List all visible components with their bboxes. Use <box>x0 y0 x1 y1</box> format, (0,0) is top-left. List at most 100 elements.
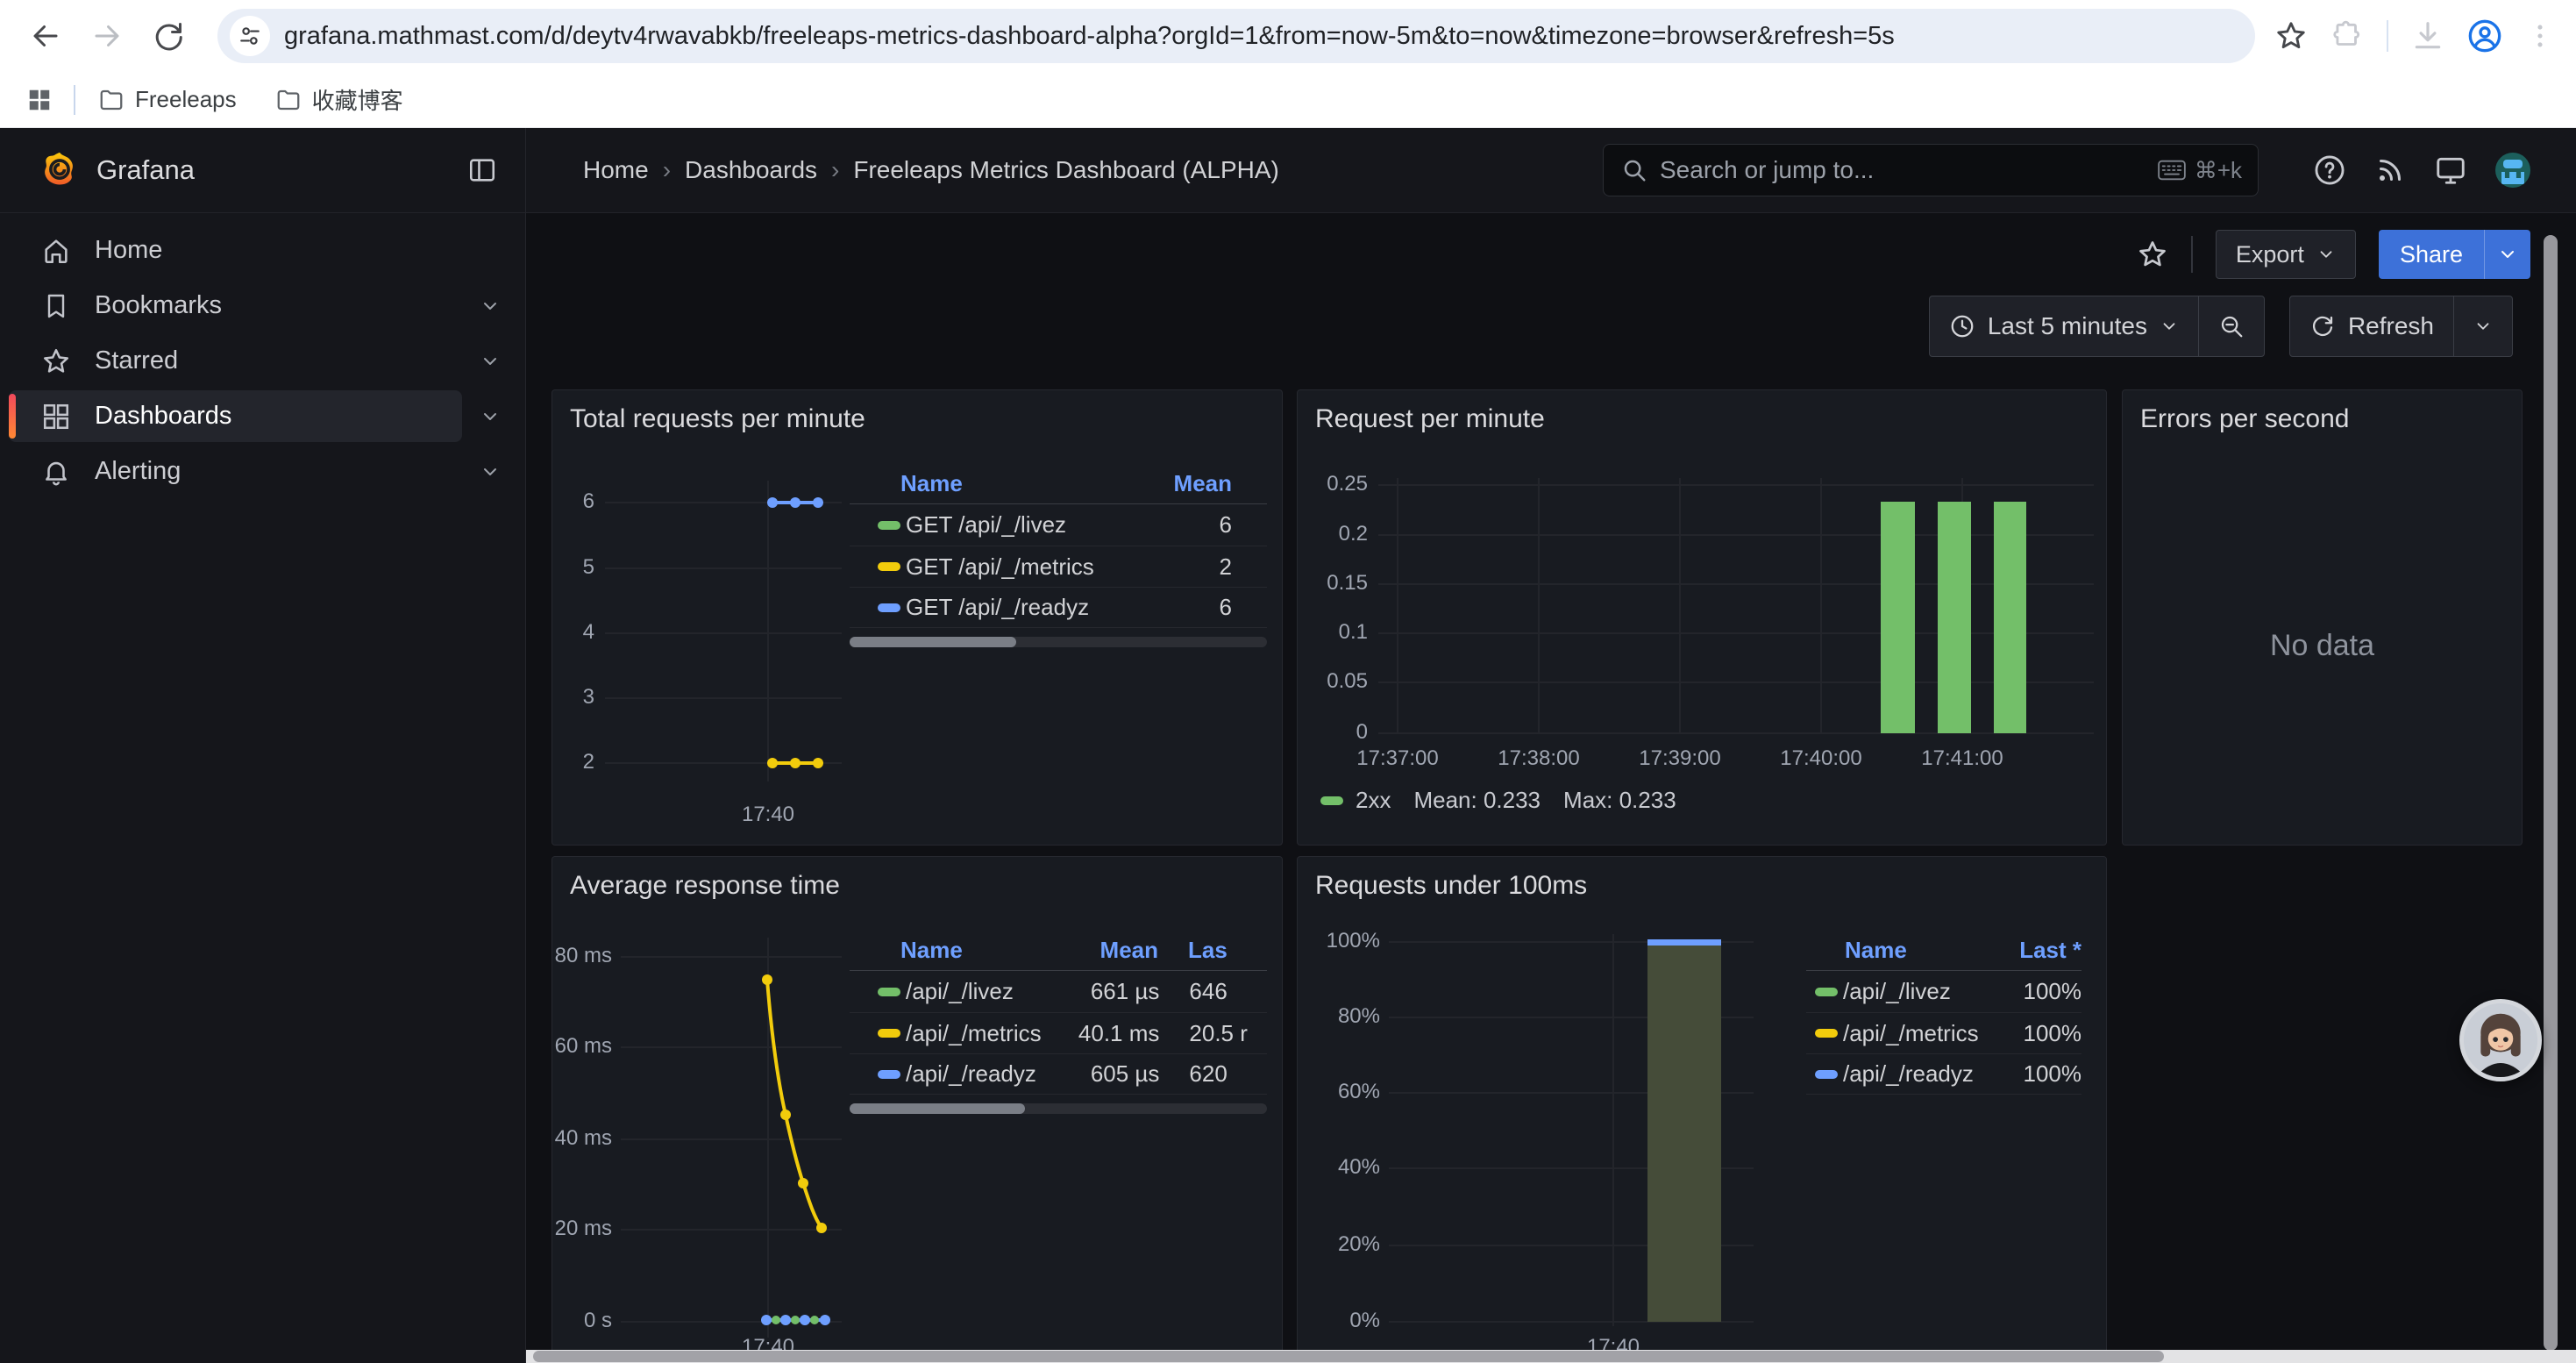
dashboard-actions: Export Share <box>526 213 2576 296</box>
share-menu-button[interactable] <box>2484 230 2530 279</box>
sidebar-item-label: Dashboards <box>95 402 231 431</box>
horizontal-scrollbar[interactable] <box>526 1350 2576 1363</box>
series-swatch <box>878 521 900 530</box>
series-swatch <box>878 1029 900 1038</box>
help-icon[interactable] <box>2313 153 2346 187</box>
dock-menu-icon[interactable] <box>467 155 497 185</box>
zoom-out-button[interactable] <box>2198 296 2264 356</box>
legend-table: Name Last * /api/_/livez 100% /api/_/met… <box>1806 931 2081 1095</box>
favorite-star-icon[interactable] <box>2137 239 2168 270</box>
news-rss-icon[interactable] <box>2374 154 2406 186</box>
series-swatch <box>1320 796 1343 805</box>
refresh-interval-button[interactable] <box>2453 296 2512 356</box>
legend-item-2xx[interactable]: 2xx <box>1320 787 1391 814</box>
legend-row[interactable]: /api/_/livez 100% <box>1806 971 2081 1012</box>
breadcrumb-dashboards[interactable]: Dashboards <box>685 156 817 184</box>
sidebar: Home Bookmarks Starred <box>0 213 526 1363</box>
y-tick: 6 <box>552 489 594 514</box>
y-tick: 0.15 <box>1298 571 1368 596</box>
series-swatch <box>878 1070 900 1079</box>
stacked-bar <box>1647 946 1721 1322</box>
legend-row[interactable]: /api/_/readyz 100% <box>1806 1053 2081 1095</box>
sidebar-item-starred[interactable]: Starred <box>0 333 525 389</box>
legend-row[interactable]: /api/_/metrics 40.1 ms 20.5 r <box>850 1012 1267 1053</box>
series-swatch <box>878 603 900 612</box>
series-livez-response <box>772 1316 819 1324</box>
chevron-down-icon <box>2316 245 2336 264</box>
y-tick: 0% <box>1298 1309 1380 1333</box>
sidebar-item-home[interactable]: Home <box>0 223 525 278</box>
x-tick: 17:39:00 <box>1619 746 1741 771</box>
bookmark-star-icon[interactable] <box>2274 19 2308 53</box>
dashboard-canvas: Total requests per minute <box>526 389 2576 1363</box>
y-tick: 0.1 <box>1298 620 1368 645</box>
back-button[interactable] <box>26 17 65 55</box>
sidebar-item-alerting[interactable]: Alerting <box>0 444 525 499</box>
chevron-down-icon[interactable] <box>480 406 501 427</box>
sidebar-item-label: Alerting <box>95 457 181 486</box>
legend-header[interactable]: Name Mean Las <box>850 931 1267 971</box>
legend-row[interactable]: /api/_/readyz 605 µs 620 <box>850 1053 1267 1095</box>
legend-header[interactable]: Name Last * <box>1806 931 2081 971</box>
export-button[interactable]: Export <box>2216 230 2356 279</box>
monitor-icon[interactable] <box>2434 153 2467 187</box>
time-range-button[interactable]: Last 5 minutes <box>1930 296 2198 356</box>
legend-row[interactable]: GET /api/_/readyz 6 <box>850 587 1267 628</box>
zoom-out-icon <box>2218 313 2245 339</box>
legend-table: Name Mean Las /api/_/livez 661 µs 646 <box>850 931 1267 1114</box>
browser-menu-icon[interactable] <box>2525 21 2555 51</box>
chevron-down-icon <box>2160 317 2179 336</box>
refresh-button[interactable]: Refresh <box>2290 296 2453 356</box>
search-icon <box>1621 157 1647 183</box>
vertical-scrollbar[interactable] <box>2544 235 2558 1351</box>
chevron-down-icon[interactable] <box>480 351 501 372</box>
site-settings-icon[interactable] <box>230 16 270 56</box>
forward-icon <box>91 20 123 52</box>
apps-grid-icon[interactable] <box>26 87 53 113</box>
profile-icon[interactable] <box>2467 18 2502 54</box>
y-tick: 20% <box>1298 1232 1380 1257</box>
legend-row[interactable]: /api/_/livez 661 µs 646 <box>850 971 1267 1012</box>
bookmark-folder-freeleaps[interactable]: Freeleaps <box>98 86 237 113</box>
url-text[interactable]: grafana.mathmast.com/d/deytv4rwavabkb/fr… <box>284 22 1895 51</box>
grafana-logo[interactable] <box>40 151 79 189</box>
reload-button[interactable] <box>149 17 188 55</box>
forward-button[interactable] <box>88 17 126 55</box>
dashboard-main: Export Share Last 5 minutes <box>526 213 2576 1363</box>
breadcrumb-separator-icon: › <box>663 156 671 184</box>
url-bar[interactable]: grafana.mathmast.com/d/deytv4rwavabkb/fr… <box>217 9 2255 63</box>
x-tick: 17:40 <box>715 803 821 827</box>
legend-mean: Mean: 0.233 <box>1413 787 1541 814</box>
folder-icon <box>275 87 302 113</box>
legend-row[interactable]: GET /api/_/livez 6 <box>850 504 1267 546</box>
bookmark-label: 收藏博客 <box>312 83 403 116</box>
legend-header[interactable]: Name Mean <box>850 464 1267 504</box>
chevron-down-icon[interactable] <box>480 461 501 482</box>
dashboards-icon <box>40 402 72 432</box>
search-input[interactable]: Search or jump to... ⌘+k <box>1603 144 2259 196</box>
sidebar-item-bookmarks[interactable]: Bookmarks <box>0 278 525 333</box>
chevron-down-icon[interactable] <box>480 296 501 317</box>
share-button[interactable]: Share <box>2379 230 2484 279</box>
user-avatar[interactable] <box>2495 153 2530 188</box>
legend-scrollbar[interactable] <box>850 637 1267 647</box>
breadcrumb-home[interactable]: Home <box>583 156 649 184</box>
series-swatch <box>878 562 900 571</box>
x-tick: 17:41:00 <box>1901 746 2024 771</box>
extensions-icon[interactable] <box>2330 19 2364 53</box>
assistant-avatar-widget[interactable] <box>2459 999 2542 1081</box>
y-tick: 4 <box>552 620 594 645</box>
sidebar-item-dashboards[interactable]: Dashboards <box>0 389 525 444</box>
series-swatch <box>1815 1070 1838 1079</box>
active-indicator <box>9 394 16 439</box>
panel-title[interactable]: Errors per second <box>2123 390 2522 434</box>
bookmark-folder-blogs[interactable]: 收藏博客 <box>275 83 403 116</box>
panel-request-per-minute: Request per minute <box>1297 389 2107 846</box>
legend-row[interactable]: /api/_/metrics 100% <box>1806 1012 2081 1053</box>
y-tick: 2 <box>552 750 594 774</box>
downloads-icon[interactable] <box>2411 19 2444 53</box>
legend-row[interactable]: GET /api/_/metrics 2 <box>850 546 1267 587</box>
legend-scrollbar[interactable] <box>850 1103 1267 1114</box>
horizontal-scrollbar-thumb[interactable] <box>533 1351 2164 1362</box>
brand-name[interactable]: Grafana <box>96 154 195 186</box>
